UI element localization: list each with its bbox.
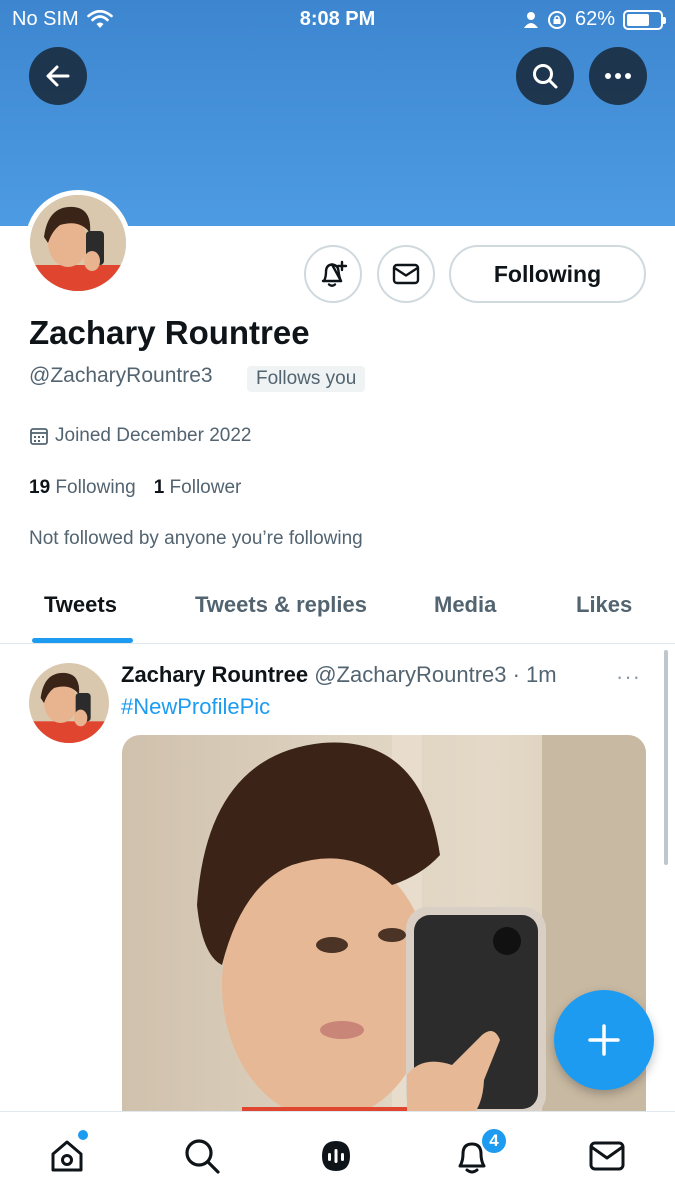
following-button[interactable]: Following [449,245,646,303]
tweet-author-name[interactable]: Zachary Rountree [121,662,308,687]
tab-tweets-replies[interactable]: Tweets & replies [195,592,367,618]
joined-date: Joined December 2022 [29,425,251,447]
tweet-header: Zachary Rountree @ZacharyRountre3 · 1m [121,662,557,688]
followers-count: 1 [153,477,165,498]
follows-you-badge: Follows you [247,366,366,392]
avatar-photo [30,195,126,291]
battery-percent: 62% [574,8,615,30]
tweet-hashtag-link[interactable]: #NewProfilePic [121,694,270,720]
more-horizontal-icon [605,73,631,79]
notifications-badge: 4 [480,1127,508,1155]
scrollbar[interactable] [664,650,668,865]
home-new-indicator [78,1130,88,1140]
profile-tabs: Tweets Tweets & replies Media Likes [0,570,675,644]
notifications-subscribe-button[interactable] [304,245,362,303]
nav-search[interactable] [180,1134,224,1178]
envelope-icon [392,263,420,285]
battery-icon [623,9,666,30]
joined-label: Joined December 2022 [55,425,252,446]
back-button[interactable] [29,47,87,105]
person-icon [523,11,538,28]
message-button[interactable] [377,245,435,303]
bell-plus-icon [321,260,348,287]
compose-tweet-button[interactable] [554,990,654,1090]
more-options-button[interactable] [589,47,647,105]
lock-rotation-icon [547,10,566,29]
tab-tweets[interactable]: Tweets [44,592,117,618]
tab-media[interactable]: Media [434,592,496,618]
followers-stat[interactable]: 1 Follower [154,477,242,499]
active-tab-indicator [32,638,133,643]
tweet-meta: @ZacharyRountre3 · 1m [314,662,557,687]
not-followed-text: Not followed by anyone you’re following [29,528,363,549]
profile-handle: @ZacharyRountre3 [29,364,213,387]
nav-messages[interactable] [585,1134,629,1178]
profile-avatar[interactable] [25,190,131,296]
nav-spaces[interactable] [314,1134,358,1178]
search-icon [185,1139,220,1174]
nav-home[interactable] [45,1134,89,1178]
messages-icon [589,1141,625,1171]
status-bar: No SIM 8:08 PM 62% [0,0,675,40]
arrow-left-icon [46,65,70,87]
bottom-nav [0,1111,675,1200]
tab-likes[interactable]: Likes [576,592,632,618]
profile-name: Zachary Rountree [29,314,310,351]
following-stat[interactable]: 19 Following [29,477,136,499]
spaces-icon [322,1141,350,1171]
home-icon [51,1140,83,1172]
search-button[interactable] [516,47,574,105]
tweet-avatar[interactable] [29,663,109,743]
follow-stats: 19 Following 1 Follower [29,477,241,499]
following-label: Following [55,477,136,498]
search-icon [533,64,558,89]
tweet-more-button[interactable]: ··· [616,664,641,690]
following-count: 19 [29,477,51,498]
followers-label: Follower [169,477,242,498]
plus-icon [588,1024,620,1056]
calendar-icon [30,428,48,445]
